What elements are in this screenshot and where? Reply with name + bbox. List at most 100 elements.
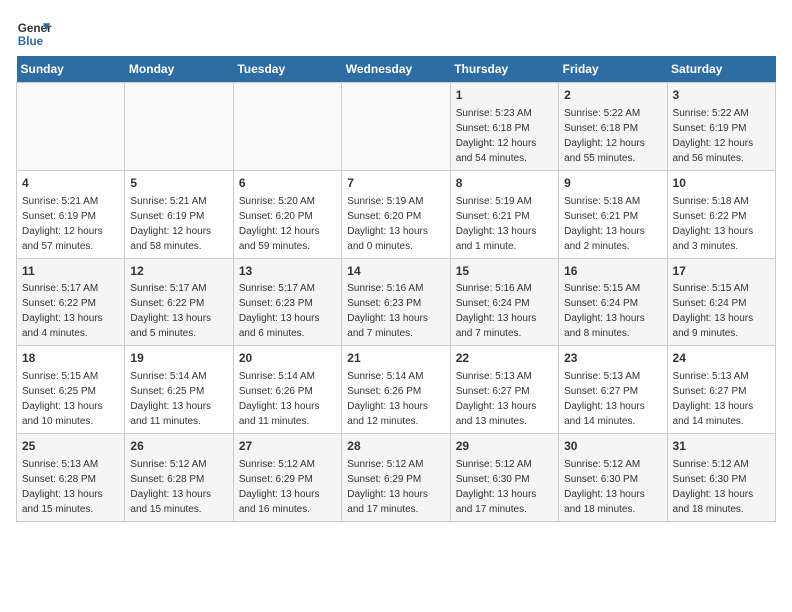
calendar-cell: 22 Sunrise: 5:13 AMSunset: 6:27 PMDayligh… (450, 346, 558, 434)
page-header: General Blue (16, 16, 776, 52)
calendar-cell: 2 Sunrise: 5:22 AMSunset: 6:18 PMDaylight… (559, 83, 667, 171)
day-info: Sunrise: 5:21 AMSunset: 6:19 PMDaylight:… (130, 196, 211, 252)
calendar-cell (233, 83, 341, 171)
calendar-cell: 28 Sunrise: 5:12 AMSunset: 6:29 PMDayligh… (342, 434, 450, 522)
day-info: Sunrise: 5:21 AMSunset: 6:19 PMDaylight:… (22, 196, 103, 252)
day-number: 31 (673, 438, 770, 455)
day-number: 29 (456, 438, 553, 455)
day-number: 17 (673, 263, 770, 280)
day-info: Sunrise: 5:23 AMSunset: 6:18 PMDaylight:… (456, 108, 537, 164)
logo-icon: General Blue (16, 16, 52, 52)
day-info: Sunrise: 5:18 AMSunset: 6:21 PMDaylight:… (564, 196, 645, 252)
day-number: 25 (22, 438, 119, 455)
day-info: Sunrise: 5:17 AMSunset: 6:22 PMDaylight:… (130, 283, 211, 339)
calendar-cell: 5 Sunrise: 5:21 AMSunset: 6:19 PMDaylight… (125, 170, 233, 258)
day-info: Sunrise: 5:17 AMSunset: 6:22 PMDaylight:… (22, 283, 103, 339)
weekday-header: Saturday (667, 56, 775, 83)
svg-text:Blue: Blue (18, 35, 44, 48)
day-info: Sunrise: 5:16 AMSunset: 6:24 PMDaylight:… (456, 283, 537, 339)
day-info: Sunrise: 5:22 AMSunset: 6:18 PMDaylight:… (564, 108, 645, 164)
day-info: Sunrise: 5:14 AMSunset: 6:26 PMDaylight:… (347, 371, 428, 427)
day-info: Sunrise: 5:15 AMSunset: 6:24 PMDaylight:… (564, 283, 645, 339)
day-number: 26 (130, 438, 227, 455)
logo: General Blue (16, 16, 52, 52)
calendar-week-row: 18 Sunrise: 5:15 AMSunset: 6:25 PMDayligh… (17, 346, 776, 434)
weekday-header: Friday (559, 56, 667, 83)
day-number: 5 (130, 175, 227, 192)
weekday-header: Thursday (450, 56, 558, 83)
day-info: Sunrise: 5:17 AMSunset: 6:23 PMDaylight:… (239, 283, 320, 339)
calendar-cell: 1 Sunrise: 5:23 AMSunset: 6:18 PMDaylight… (450, 83, 558, 171)
calendar-cell: 29 Sunrise: 5:12 AMSunset: 6:30 PMDayligh… (450, 434, 558, 522)
weekday-header: Monday (125, 56, 233, 83)
day-info: Sunrise: 5:16 AMSunset: 6:23 PMDaylight:… (347, 283, 428, 339)
calendar-week-row: 4 Sunrise: 5:21 AMSunset: 6:19 PMDaylight… (17, 170, 776, 258)
day-number: 4 (22, 175, 119, 192)
calendar-cell: 14 Sunrise: 5:16 AMSunset: 6:23 PMDayligh… (342, 258, 450, 346)
calendar-cell: 6 Sunrise: 5:20 AMSunset: 6:20 PMDaylight… (233, 170, 341, 258)
day-info: Sunrise: 5:15 AMSunset: 6:25 PMDaylight:… (22, 371, 103, 427)
calendar-table: SundayMondayTuesdayWednesdayThursdayFrid… (16, 56, 776, 522)
day-info: Sunrise: 5:18 AMSunset: 6:22 PMDaylight:… (673, 196, 754, 252)
day-info: Sunrise: 5:14 AMSunset: 6:26 PMDaylight:… (239, 371, 320, 427)
calendar-cell: 7Sunrise: 5:19 AMSunset: 6:20 PMDaylight… (342, 170, 450, 258)
day-info: Sunrise: 5:12 AMSunset: 6:29 PMDaylight:… (239, 459, 320, 515)
weekday-header: Wednesday (342, 56, 450, 83)
day-number: 13 (239, 263, 336, 280)
day-number: 22 (456, 350, 553, 367)
day-number: 7 (347, 175, 444, 192)
day-number: 1 (456, 87, 553, 104)
calendar-header: SundayMondayTuesdayWednesdayThursdayFrid… (17, 56, 776, 83)
calendar-body: 1 Sunrise: 5:23 AMSunset: 6:18 PMDaylight… (17, 83, 776, 522)
day-number: 28 (347, 438, 444, 455)
day-info: Sunrise: 5:14 AMSunset: 6:25 PMDaylight:… (130, 371, 211, 427)
calendar-week-row: 1 Sunrise: 5:23 AMSunset: 6:18 PMDaylight… (17, 83, 776, 171)
day-number: 15 (456, 263, 553, 280)
calendar-cell: 20 Sunrise: 5:14 AMSunset: 6:26 PMDayligh… (233, 346, 341, 434)
day-info: Sunrise: 5:13 AMSunset: 6:27 PMDaylight:… (564, 371, 645, 427)
day-number: 16 (564, 263, 661, 280)
day-info: Sunrise: 5:12 AMSunset: 6:30 PMDaylight:… (673, 459, 754, 515)
calendar-cell: 21 Sunrise: 5:14 AMSunset: 6:26 PMDayligh… (342, 346, 450, 434)
day-info: Sunrise: 5:20 AMSunset: 6:20 PMDaylight:… (239, 196, 320, 252)
day-number: 6 (239, 175, 336, 192)
calendar-cell: 24Sunrise: 5:13 AMSunset: 6:27 PMDayligh… (667, 346, 775, 434)
day-info: Sunrise: 5:12 AMSunset: 6:30 PMDaylight:… (456, 459, 537, 515)
day-number: 21 (347, 350, 444, 367)
calendar-cell: 15 Sunrise: 5:16 AMSunset: 6:24 PMDayligh… (450, 258, 558, 346)
calendar-cell: 30Sunrise: 5:12 AMSunset: 6:30 PMDayligh… (559, 434, 667, 522)
calendar-cell: 12Sunrise: 5:17 AMSunset: 6:22 PMDayligh… (125, 258, 233, 346)
day-info: Sunrise: 5:13 AMSunset: 6:27 PMDaylight:… (456, 371, 537, 427)
calendar-cell: 23 Sunrise: 5:13 AMSunset: 6:27 PMDayligh… (559, 346, 667, 434)
day-number: 23 (564, 350, 661, 367)
day-info: Sunrise: 5:12 AMSunset: 6:29 PMDaylight:… (347, 459, 428, 515)
day-number: 8 (456, 175, 553, 192)
day-number: 18 (22, 350, 119, 367)
day-number: 10 (673, 175, 770, 192)
header-row: SundayMondayTuesdayWednesdayThursdayFrid… (17, 56, 776, 83)
day-number: 2 (564, 87, 661, 104)
calendar-cell: 25Sunrise: 5:13 AMSunset: 6:28 PMDayligh… (17, 434, 125, 522)
calendar-cell: 4 Sunrise: 5:21 AMSunset: 6:19 PMDaylight… (17, 170, 125, 258)
calendar-cell: 18 Sunrise: 5:15 AMSunset: 6:25 PMDayligh… (17, 346, 125, 434)
day-info: Sunrise: 5:12 AMSunset: 6:30 PMDaylight:… (564, 459, 645, 515)
day-number: 27 (239, 438, 336, 455)
calendar-week-row: 25Sunrise: 5:13 AMSunset: 6:28 PMDayligh… (17, 434, 776, 522)
calendar-cell: 27 Sunrise: 5:12 AMSunset: 6:29 PMDayligh… (233, 434, 341, 522)
calendar-cell: 13 Sunrise: 5:17 AMSunset: 6:23 PMDayligh… (233, 258, 341, 346)
day-number: 3 (673, 87, 770, 104)
calendar-cell: 17 Sunrise: 5:15 AMSunset: 6:24 PMDayligh… (667, 258, 775, 346)
day-info: Sunrise: 5:15 AMSunset: 6:24 PMDaylight:… (673, 283, 754, 339)
calendar-cell: 31 Sunrise: 5:12 AMSunset: 6:30 PMDayligh… (667, 434, 775, 522)
weekday-header: Tuesday (233, 56, 341, 83)
calendar-cell: 16 Sunrise: 5:15 AMSunset: 6:24 PMDayligh… (559, 258, 667, 346)
day-number: 9 (564, 175, 661, 192)
calendar-cell (17, 83, 125, 171)
weekday-header: Sunday (17, 56, 125, 83)
calendar-cell: 26Sunrise: 5:12 AMSunset: 6:28 PMDayligh… (125, 434, 233, 522)
calendar-cell (125, 83, 233, 171)
day-number: 24 (673, 350, 770, 367)
calendar-week-row: 11Sunrise: 5:17 AMSunset: 6:22 PMDayligh… (17, 258, 776, 346)
day-number: 20 (239, 350, 336, 367)
day-number: 14 (347, 263, 444, 280)
